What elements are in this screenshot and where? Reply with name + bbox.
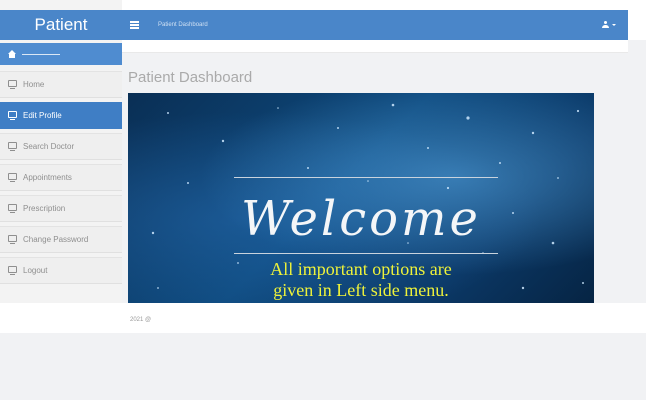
user-menu-toggle[interactable] <box>602 21 616 29</box>
home-icon <box>8 50 16 58</box>
page-title: Patient Dashboard <box>128 69 253 86</box>
sidebar-item-label: Home <box>23 80 45 89</box>
sidebar-item-label: Edit Profile <box>23 111 62 120</box>
sidebar-item-label: Prescription <box>23 204 66 213</box>
sidebar-item-label: Logout <box>23 266 48 275</box>
banner-subtitle-line2: given in Left side menu. <box>273 280 449 300</box>
sidebar-item-change-password[interactable]: Change Password <box>0 226 122 253</box>
page-footer: 2021 @ <box>0 303 646 333</box>
monitor-icon <box>8 111 17 120</box>
bottom-background <box>0 333 646 400</box>
sidebar-item-label: Search Doctor <box>23 142 75 151</box>
welcome-rule-bottom <box>234 253 498 254</box>
main-content: Patient Dashboard Welcome All important … <box>122 40 646 303</box>
monitor-icon <box>8 204 17 213</box>
user-icon <box>602 21 609 29</box>
user-name-placeholder <box>22 53 60 55</box>
content-header-strip <box>122 40 628 53</box>
monitor-icon <box>8 80 17 89</box>
sidebar-user-strip <box>0 43 122 65</box>
sidebar: Patient Home Edit Profile Search Doctor … <box>0 0 122 303</box>
hamburger-icon[interactable] <box>130 21 139 29</box>
welcome-banner: Welcome All important options are given … <box>128 93 594 303</box>
monitor-icon <box>8 266 17 275</box>
monitor-icon <box>8 235 17 244</box>
welcome-rule-top <box>234 177 498 178</box>
top-navbar: Patient Dashboard <box>122 10 628 40</box>
sidebar-item-label: Change Password <box>23 235 89 244</box>
sidebar-item-search-doctor[interactable]: Search Doctor <box>0 133 122 160</box>
sidebar-item-logout[interactable]: Logout <box>0 257 122 284</box>
copyright-text: 2021 @ <box>130 317 152 323</box>
welcome-heading: Welcome <box>241 191 481 247</box>
sidebar-item-home[interactable]: Home <box>0 71 122 98</box>
sidebar-nav: Home Edit Profile Search Doctor Appointm… <box>0 71 122 288</box>
monitor-icon <box>8 173 17 182</box>
brand-title: Patient <box>0 10 122 40</box>
sidebar-item-prescription[interactable]: Prescription <box>0 195 122 222</box>
sidebar-item-appointments[interactable]: Appointments <box>0 164 122 191</box>
sidebar-item-edit-profile[interactable]: Edit Profile <box>0 102 122 129</box>
monitor-icon <box>8 142 17 151</box>
chevron-down-icon <box>612 24 616 26</box>
banner-subtitle-line1: All important options are <box>270 259 452 279</box>
breadcrumb: Patient Dashboard <box>158 22 208 28</box>
sidebar-item-label: Appointments <box>23 173 72 182</box>
